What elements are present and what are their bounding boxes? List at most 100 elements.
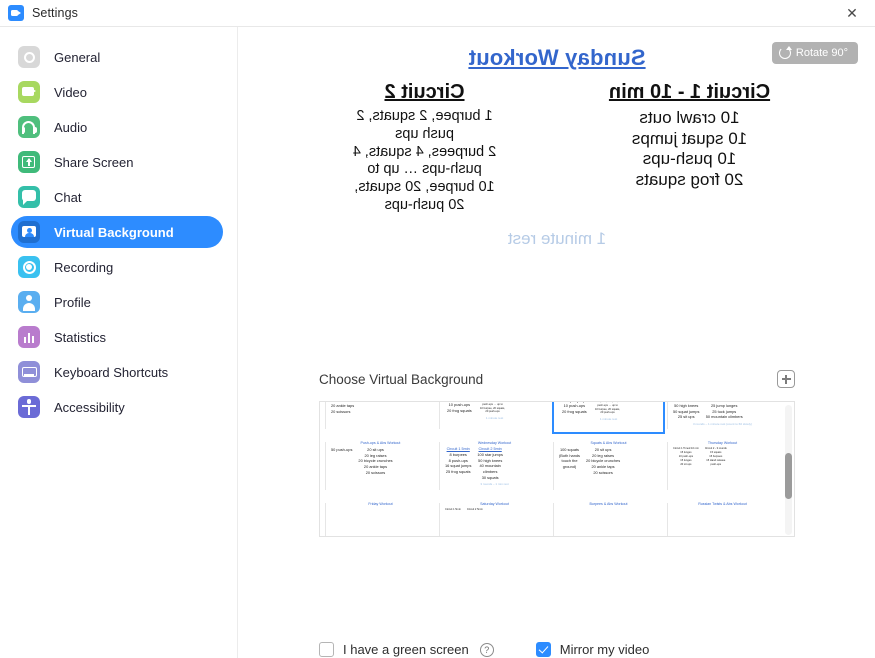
- divider: [439, 402, 440, 429]
- preview-circuit-1: Circuit 1 - 10 min 10 crawl outs 10 squa…: [572, 81, 807, 215]
- preview-line: 10 crawl outs: [639, 108, 740, 127]
- background-thumbnail[interactable]: Burpees & Abs Workout: [552, 498, 665, 536]
- thumbnail-body: Circuit 1 - 10 min 10 crawl outs 10 squa…: [554, 402, 663, 415]
- background-thumbnail[interactable]: Saturday Workout Circuit 1 5min Circuit …: [438, 498, 551, 536]
- background-thumbnail[interactable]: Russian Twists & Abs Workout: [666, 498, 779, 536]
- sidebar-item-label: Accessibility: [54, 399, 125, 415]
- thumbnail-column-right: Circuit 2 - 3 rounds 15 squats 15 burpee…: [705, 447, 727, 466]
- divider: [667, 503, 668, 536]
- thumbnail-scrollbar[interactable]: [785, 405, 792, 535]
- thumbnail-title: Burpees & Abs Workout: [589, 502, 628, 506]
- thumbnail-line: push-ups … up to: [597, 403, 618, 407]
- sidebar-item-label: General: [54, 49, 101, 65]
- background-thumbnail[interactable]: Push-ups & Abs Workout 50 push-ups 20 si…: [324, 437, 437, 495]
- thumbnail-line: 20 sit ups: [680, 462, 692, 466]
- thumbnail-scroll-area[interactable]: 20 sit ups 30 leg raises 20 bicycle crun…: [320, 402, 794, 536]
- settings-sidebar: General Video Audio Share Screen Chat Vi…: [0, 27, 238, 658]
- thumbnail-title: Thursday Workout: [707, 441, 738, 445]
- virtual-background-icon: [18, 221, 40, 243]
- green-screen-checkbox[interactable]: [319, 642, 334, 657]
- thumbnail-title: Push-ups & Abs Workout: [360, 441, 401, 445]
- sidebar-item-share-screen[interactable]: Share Screen: [11, 146, 223, 178]
- close-icon[interactable]: ✕: [829, 0, 875, 27]
- thumbnail-body: 50 star jumps 25 push ups 25 burpees 50 …: [667, 402, 778, 420]
- background-thumbnail[interactable]: Wednesday Workout Circuit 1 - 10 min 10 …: [438, 402, 551, 434]
- sidebar-item-video[interactable]: Video: [11, 76, 223, 108]
- divider: [553, 503, 554, 536]
- rotate-90-button[interactable]: Rotate 90°: [771, 42, 858, 64]
- thumbnail-body: Circuit 1 - 10 min 10 crawl outs 10 squa…: [439, 402, 550, 414]
- divider: [553, 442, 554, 490]
- thumbnail-line: 100 star jumps: [477, 452, 503, 457]
- thumbnail-line: 20 frog squats: [447, 407, 472, 413]
- preview-line: 1 burpee, 2 squats, 2: [356, 108, 493, 124]
- sidebar-item-statistics[interactable]: Statistics: [11, 321, 223, 353]
- background-thumbnail[interactable]: Friday Workout: [324, 498, 437, 536]
- sidebar-item-label: Profile: [54, 294, 91, 310]
- virtual-background-panel: Sunday Workout Circuit 1 - 10 min 10 cra…: [239, 27, 875, 658]
- thumbnail-column-right: 20 sit ups 20 leg raises 20 bicycle crun…: [358, 447, 392, 475]
- thumbnail-column-right: 25 leg raises 50 dips 50 plank (count to…: [705, 402, 743, 420]
- sidebar-item-accessibility[interactable]: Accessibility: [11, 391, 223, 423]
- gear-icon: [18, 46, 40, 68]
- thumbnail-column-left: 50 push-ups: [331, 447, 352, 453]
- background-thumbnail[interactable]: Squats & Abs Workout 100 squats (Both ha…: [552, 437, 665, 495]
- thumbnail-title: Russian Twists & Abs Workout: [698, 502, 747, 506]
- thumbnail-line: 20 frog squats: [562, 408, 587, 414]
- question-mark-icon[interactable]: ?: [479, 642, 494, 657]
- preview-columns: Circuit 1 - 10 min 10 crawl outs 10 squa…: [239, 81, 875, 215]
- thumbnail-line: 50 mountain climbers: [705, 414, 743, 420]
- sidebar-item-recording[interactable]: Recording: [11, 251, 223, 283]
- sidebar-item-keyboard-shortcuts[interactable]: Keyboard Shortcuts: [11, 356, 223, 388]
- window-title: Settings: [32, 6, 78, 20]
- thumbnail-title: Squats & Abs Workout: [590, 441, 627, 445]
- sidebar-item-chat[interactable]: Chat: [11, 181, 223, 213]
- preview-title: Sunday Workout: [468, 45, 646, 70]
- thumbnail-line: 15 Hand release: [706, 458, 726, 462]
- mirror-video-option[interactable]: Mirror my video: [535, 642, 650, 657]
- video-preview[interactable]: Sunday Workout Circuit 1 - 10 min 10 cra…: [239, 30, 875, 343]
- thumbnail-footer: 1 minute rest: [485, 416, 504, 421]
- background-thumbnail[interactable]: 20 sit ups 30 leg raises 20 bicycle crun…: [324, 402, 437, 434]
- chat-bubble-icon: [18, 186, 40, 208]
- thumbnail-column-left: Circuit 1 5min: [445, 508, 461, 512]
- background-thumbnail[interactable]: Wednesday Workout Circuit 1 5min 8 burpe…: [438, 437, 551, 495]
- scrollbar-thumb[interactable]: [785, 453, 792, 499]
- sidebar-item-virtual-background[interactable]: Virtual Background: [11, 216, 223, 248]
- camera-icon: [18, 81, 40, 103]
- background-thumbnail[interactable]: Thursday Workout Circuit 1 Timed 10 min …: [666, 437, 779, 495]
- thumbnail-line: 25 frog squats: [445, 468, 471, 474]
- thumbnail-column-right: Circuit 2 1 burpee, 2 squats, 2 push ups…: [595, 402, 621, 415]
- sidebar-item-audio[interactable]: Audio: [11, 111, 223, 143]
- thumbnail-line: 100 squats: [559, 447, 580, 452]
- green-screen-option[interactable]: I have a green screen ?: [319, 642, 494, 657]
- thumbnail-footer: 3 rounds – 1 minute rest (count to 60 sl…: [692, 421, 753, 426]
- background-thumbnail-selected[interactable]: Sunday Workout Circuit 1 - 10 min 10 cra…: [552, 402, 665, 434]
- rotate-button-label: Rotate 90°: [795, 47, 848, 59]
- thumbnail-title: Saturday Workout: [480, 502, 509, 506]
- thumbnail-column-left: Circuit 1 - 10 min 10 crawl outs 10 squa…: [560, 402, 589, 415]
- sidebar-item-profile[interactable]: Profile: [11, 286, 223, 318]
- mirror-video-checkbox[interactable]: [535, 642, 551, 657]
- preview-circuit-1-title: Circuit 1 - 10 min: [608, 81, 771, 103]
- headphones-icon: [18, 116, 40, 138]
- thumbnail-column-right: 20 sit ups 20 leg raises 20 bicycle crun…: [586, 447, 620, 475]
- sidebar-item-label: Virtual Background: [54, 224, 174, 240]
- share-screen-icon: [18, 151, 40, 173]
- sidebar-item-label: Video: [54, 84, 88, 100]
- divider: [667, 442, 668, 490]
- thumbnail-column-left: 100 squats (Both hands touch the ground): [559, 447, 580, 470]
- mirror-video-label: Mirror my video: [559, 642, 650, 657]
- sidebar-item-general[interactable]: General: [11, 41, 223, 73]
- preview-rest-note: 1 minute rest: [507, 228, 607, 248]
- plus-icon[interactable]: [777, 370, 795, 388]
- sidebar-item-label: Audio: [54, 119, 88, 135]
- thumbnail-column-right: Circuit 2 1 burpee, 2 squats, 2 push ups…: [480, 402, 506, 414]
- record-icon: [18, 256, 40, 278]
- thumbnail-footer: 3 rounds – 1 min rest: [480, 482, 509, 487]
- bar-chart-icon: [18, 326, 40, 348]
- thumbnail-column-right: Circuit 2 5min: [467, 508, 483, 512]
- background-thumbnail[interactable]: Tuesday Workout 50 star jumps 25 push up…: [666, 402, 779, 434]
- divider: [325, 402, 326, 429]
- thumbnail-column-left: Circuit 1 - 10 min 10 crawl outs 10 squa…: [445, 402, 474, 414]
